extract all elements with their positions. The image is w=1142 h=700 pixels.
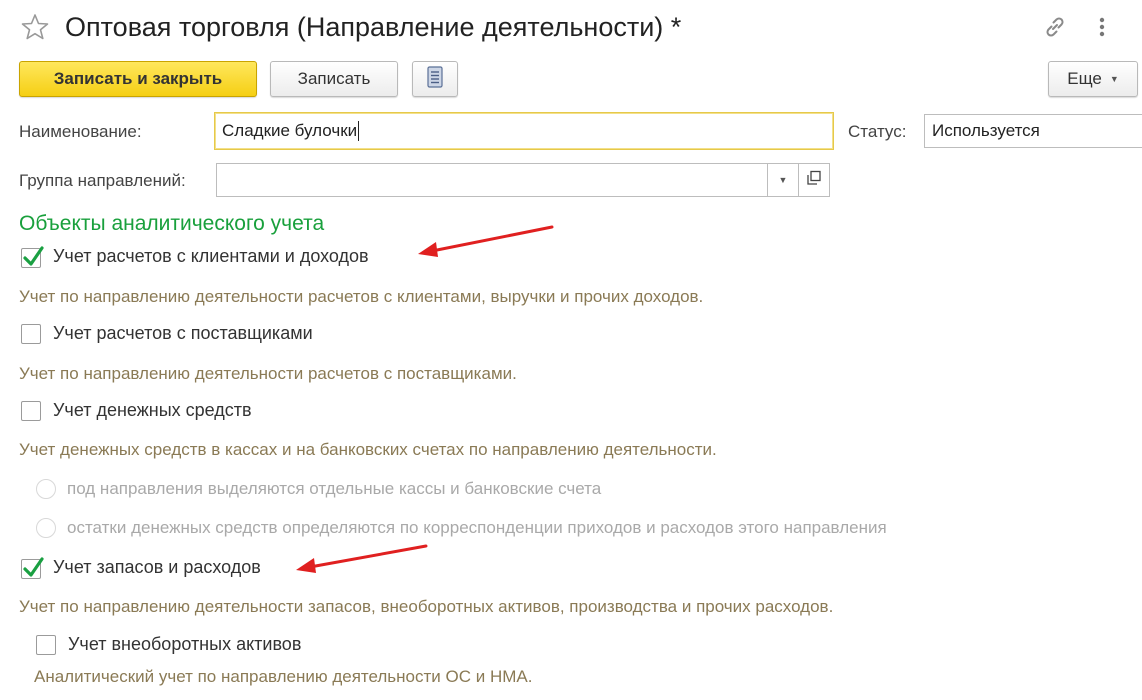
section-title-analytics: Объекты аналитического учета — [19, 212, 325, 235]
status-label: Статус: — [848, 122, 907, 141]
status-input[interactable]: Используется — [924, 114, 1142, 148]
checkbox-fixed-assets[interactable] — [36, 635, 56, 655]
page-title: Оптовая торговля (Направление деятельнос… — [65, 12, 682, 42]
checkmark-icon — [23, 246, 44, 266]
dropdown-arrow-icon: ▼ — [778, 175, 788, 185]
checkbox-clients-income[interactable] — [21, 246, 44, 268]
group-input[interactable] — [216, 163, 768, 197]
group-open-button[interactable] — [798, 163, 830, 197]
status-input-value: Используется — [932, 121, 1040, 140]
document-list-button[interactable] — [412, 61, 458, 97]
annotation-arrow-2 — [296, 544, 428, 573]
more-button[interactable]: Еще ▼ — [1048, 61, 1138, 97]
annotation-arrow-1 — [418, 225, 554, 257]
checkbox-label-inventory-expenses[interactable]: Учет запасов и расходов — [53, 557, 261, 578]
name-input[interactable]: Сладкие булочки — [214, 112, 834, 150]
checkmark-icon — [23, 557, 44, 577]
group-label: Группа направлений: — [19, 171, 186, 190]
checkbox-cash[interactable] — [21, 401, 41, 421]
star-icon[interactable] — [20, 12, 50, 42]
hint-cash: Учет денежных средств в кассах и на банк… — [19, 440, 717, 459]
group-dropdown-button[interactable]: ▼ — [767, 163, 799, 197]
more-button-label: Еще — [1067, 69, 1102, 88]
checkbox-label-suppliers[interactable]: Учет расчетов с поставщиками — [53, 323, 313, 344]
save-and-close-button[interactable]: Записать и закрыть — [19, 61, 257, 97]
title-bar: Оптовая торговля (Направление деятельнос… — [0, 0, 1142, 56]
radio-separate-cash[interactable] — [36, 479, 56, 499]
radio-label-separate-cash[interactable]: под направления выделяются отдельные кас… — [67, 479, 601, 499]
radio-label-correspondence-cash[interactable]: остатки денежных средств определяются по… — [67, 518, 887, 538]
checkbox-label-cash[interactable]: Учет денежных средств — [53, 400, 252, 421]
hint-suppliers: Учет по направлению деятельности расчето… — [19, 364, 517, 383]
document-list-icon — [426, 65, 444, 93]
name-input-value: Сладкие булочки — [222, 121, 358, 140]
save-button[interactable]: Записать — [270, 61, 398, 97]
open-window-icon — [806, 170, 822, 191]
checkbox-suppliers[interactable] — [21, 324, 41, 344]
hint-inventory-expenses: Учет по направлению деятельности запасов… — [19, 597, 834, 616]
checkbox-label-fixed-assets[interactable]: Учет внеоборотных активов — [68, 634, 301, 655]
radio-correspondence-cash[interactable] — [36, 518, 56, 538]
link-icon[interactable] — [1040, 12, 1070, 42]
checkbox-label-clients-income[interactable]: Учет расчетов с клиентами и доходов — [53, 246, 369, 267]
chevron-down-icon: ▼ — [1109, 74, 1119, 84]
name-label: Наименование: — [19, 122, 142, 141]
hint-clients-income: Учет по направлению деятельности расчето… — [19, 287, 704, 306]
checkbox-inventory-expenses[interactable] — [21, 557, 44, 579]
hint-fixed-assets: Аналитический учет по направлению деятел… — [34, 667, 533, 686]
more-vertical-icon[interactable] — [1090, 12, 1114, 42]
